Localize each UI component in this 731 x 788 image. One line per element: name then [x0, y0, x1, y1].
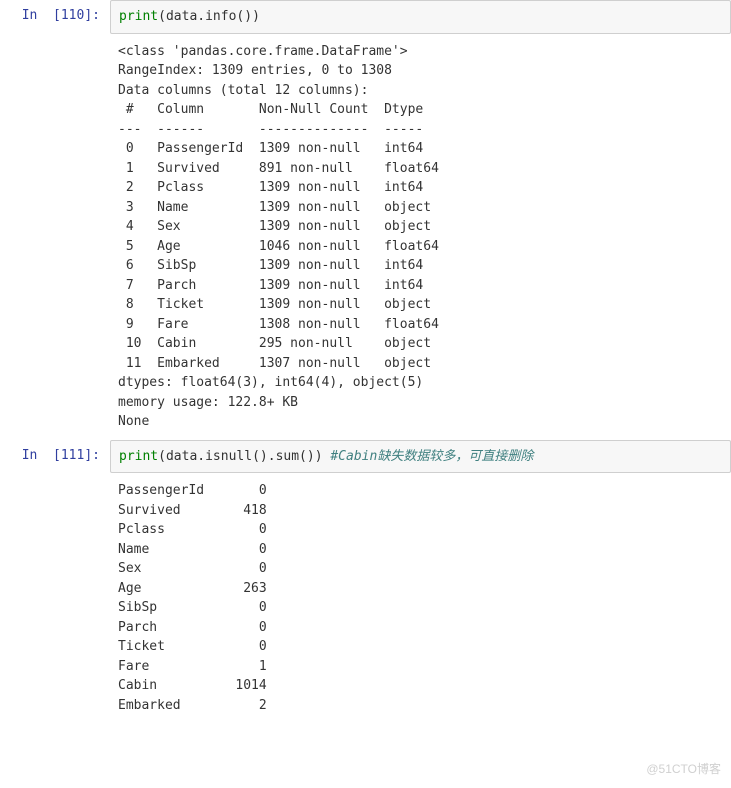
notebook-container: In [110]: print(data.info()) <class 'pan… — [0, 0, 731, 788]
input-prompt-0: In [110]: — [0, 0, 110, 34]
output-cell-0: <class 'pandas.core.frame.DataFrame'> Ra… — [0, 36, 731, 438]
code-input-0[interactable]: print(data.info()) — [110, 0, 731, 34]
output-cell-1: PassengerId 0 Survived 418 Pclass 0 Name… — [0, 475, 731, 721]
input-cell-0: In [110]: print(data.info()) — [0, 0, 731, 34]
watermark-text: @51CTO博客 — [646, 760, 721, 778]
output-prompt-1 — [0, 475, 110, 721]
code-output-1: PassengerId 0 Survived 418 Pclass 0 Name… — [110, 475, 731, 721]
code-output-0: <class 'pandas.core.frame.DataFrame'> Ra… — [110, 36, 731, 438]
input-cell-1: In [111]: print(data.isnull().sum()) #Ca… — [0, 440, 731, 474]
input-prompt-1: In [111]: — [0, 440, 110, 474]
output-prompt-0 — [0, 36, 110, 438]
code-input-1[interactable]: print(data.isnull().sum()) #Cabin缺失数据较多，… — [110, 440, 731, 474]
